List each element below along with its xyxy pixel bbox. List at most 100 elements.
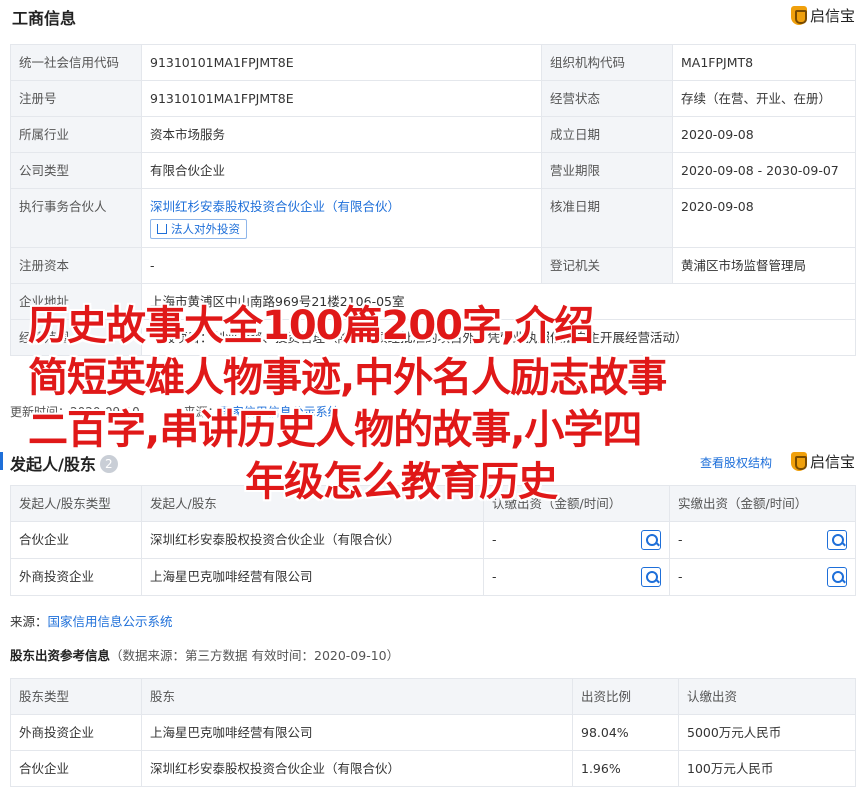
subscribed-value: - xyxy=(492,532,497,547)
ref-ratio: 98.04% xyxy=(572,714,679,751)
field-label: 经营状态 xyxy=(541,80,673,117)
col-header: 认缴出资（金额/时间） xyxy=(483,485,670,522)
col-header: 认缴出资 xyxy=(678,678,856,715)
field-value: 一般项目：创业投资、投资管理（除依法须经批准的项目外，凭营业执照依法自主开展经营… xyxy=(141,319,856,356)
field-value: 2020-09-08 - 2030-09-07 xyxy=(672,152,856,189)
search-detail-icon[interactable] xyxy=(827,530,847,550)
biz-section-header: 工商信息 启信宝 xyxy=(0,0,867,32)
ref-name: 深圳红杉安泰股权投资合伙企业（有限合伙） xyxy=(141,750,573,787)
shareholder-source-line: 来源：国家信用信息公示系统 xyxy=(10,611,173,630)
subscribed-cell: - xyxy=(483,558,670,596)
field-value: MA1FPJMT8 xyxy=(672,44,856,81)
brand-label: 启信宝 xyxy=(809,6,855,25)
qixinbao-brand[interactable]: 启信宝 xyxy=(790,4,855,26)
field-label: 注册号 xyxy=(10,80,142,117)
qixinbao-logo-icon xyxy=(790,451,807,471)
shareholder-type: 合伙企业 xyxy=(10,521,142,559)
export-icon xyxy=(157,224,167,234)
field-label: 组织机构代码 xyxy=(541,44,673,81)
field-value: 有限合伙企业 xyxy=(141,152,542,189)
shareholder-type: 外商投资企业 xyxy=(10,558,142,596)
field-label: 统一社会信用代码 xyxy=(10,44,142,81)
shareholder-table: 发起人/股东类型 发起人/股东 认缴出资（金额/时间） 实缴出资（金额/时间） … xyxy=(10,485,856,596)
partner-name-link[interactable]: 深圳红杉安泰股权投资合伙企业（有限合伙） xyxy=(150,197,533,216)
overlay-line-2: 简短英雄人物事迹,中外名人励志故事 xyxy=(28,355,667,401)
col-header: 股东类型 xyxy=(10,678,142,715)
field-label: 登记机关 xyxy=(541,247,673,284)
shareholder-name-link[interactable]: 深圳红杉安泰股权投资合伙企业（有限合伙） xyxy=(141,521,484,559)
field-value: 2020-09-08 xyxy=(672,188,856,248)
legal-investment-button[interactable]: 法人对外投资 xyxy=(150,219,247,239)
biz-source-prefix: 来源： xyxy=(183,405,220,419)
ref-type: 合伙企业 xyxy=(10,750,142,787)
table-row: 合伙企业 深圳红杉安泰股权投资合伙企业（有限合伙） - - xyxy=(10,521,856,559)
subscribed-cell: - xyxy=(483,521,670,559)
shareholder-header-row: 发起人/股东类型 发起人/股东 认缴出资（金额/时间） 实缴出资（金额/时间） xyxy=(10,485,856,522)
field-value: 2020-09-08 xyxy=(672,116,856,153)
search-detail-icon[interactable] xyxy=(827,567,847,587)
ref-amount: 5000万元人民币 xyxy=(678,714,856,751)
shareholder-section-title: 发起人/股东 2 xyxy=(10,451,118,475)
ref-amount: 100万元人民币 xyxy=(678,750,856,787)
field-value: 资本市场服务 xyxy=(141,116,542,153)
update-time-line: 更新时间：2020-09-10 来源：国家信用信息公示系统 xyxy=(10,403,340,420)
field-value: 存续（在营、开业、在册） xyxy=(672,80,856,117)
shareholder-name-link[interactable]: 上海星巴克咖啡经营有限公司 xyxy=(141,558,484,596)
table-row: 外商投资企业 上海星巴克咖啡经营有限公司 98.04% 5000万元人民币 xyxy=(10,714,856,751)
shareholder-source-prefix: 来源： xyxy=(10,614,48,629)
shareholder-count-badge: 2 xyxy=(99,455,118,473)
field-label: 营业期限 xyxy=(541,152,673,189)
reference-table: 股东类型 股东 出资比例 认缴出资 外商投资企业 上海星巴克咖啡经营有限公司 9… xyxy=(10,678,856,787)
search-detail-icon[interactable] xyxy=(641,530,661,550)
shareholder-section-header: 发起人/股东 2 查看股权结构 启信宝 xyxy=(0,446,867,478)
field-value: 91310101MA1FPJMT8E xyxy=(141,80,542,117)
ref-ratio: 1.96% xyxy=(572,750,679,787)
view-equity-structure-link[interactable]: 查看股权结构 xyxy=(700,454,772,471)
table-row: 所属行业 资本市场服务 成立日期 2020-09-08 xyxy=(10,116,856,153)
qixinbao-brand-2[interactable]: 启信宝 xyxy=(790,450,855,472)
shareholder-title-text: 发起人/股东 xyxy=(10,455,96,474)
table-row: 企业地址 上海市黄浦区中山南路969号21楼2106-05室 xyxy=(10,283,856,320)
biz-source-link[interactable]: 国家信用信息公示系统 xyxy=(220,405,340,419)
biz-section-title: 工商信息 xyxy=(12,9,77,28)
field-label: 执行事务合伙人 xyxy=(10,188,142,248)
field-value: - xyxy=(141,247,542,284)
reference-section-header: 股东出资参考信息（数据来源：第三方数据 有效时间：2020-09-10） xyxy=(10,645,399,664)
col-header: 股东 xyxy=(141,678,573,715)
biz-info-table: 统一社会信用代码 91310101MA1FPJMT8E 组织机构代码 MA1FPJMT… xyxy=(10,44,856,356)
section-accent-bar xyxy=(0,452,3,470)
search-detail-icon[interactable] xyxy=(641,567,661,587)
field-label: 所属行业 xyxy=(10,116,142,153)
shareholder-source-link[interactable]: 国家信用信息公示系统 xyxy=(48,614,173,629)
ref-type: 外商投资企业 xyxy=(10,714,142,751)
field-value: 91310101MA1FPJMT8E xyxy=(141,44,542,81)
field-label: 核准日期 xyxy=(541,188,673,248)
subscribed-value: - xyxy=(492,569,497,584)
field-label: 企业地址 xyxy=(10,283,142,320)
table-row: 外商投资企业 上海星巴克咖啡经营有限公司 - - xyxy=(10,558,856,596)
brand-label: 启信宝 xyxy=(809,452,855,471)
field-label: 经营范围 xyxy=(10,319,142,356)
legal-investment-label: 法人对外投资 xyxy=(171,221,240,236)
paid-cell: - xyxy=(669,558,856,596)
table-row: 公司类型 有限合伙企业 营业期限 2020-09-08 - 2030-09-07 xyxy=(10,152,856,189)
col-header: 发起人/股东类型 xyxy=(10,485,142,522)
paid-cell: - xyxy=(669,521,856,559)
table-row: 注册号 91310101MA1FPJMT8E 经营状态 存续（在营、开业、在册） xyxy=(10,80,856,117)
update-time-value: 2020-09-10 xyxy=(70,405,140,419)
ref-name: 上海星巴克咖啡经营有限公司 xyxy=(141,714,573,751)
field-label: 公司类型 xyxy=(10,152,142,189)
field-label: 成立日期 xyxy=(541,116,673,153)
table-row: 统一社会信用代码 91310101MA1FPJMT8E 组织机构代码 MA1FPJMT… xyxy=(10,44,856,81)
field-value: 黄浦区市场监督管理局 xyxy=(672,247,856,284)
table-row: 合伙企业 深圳红杉安泰股权投资合伙企业（有限合伙） 1.96% 100万元人民币 xyxy=(10,750,856,787)
paid-value: - xyxy=(678,569,683,584)
table-row: 经营范围 一般项目：创业投资、投资管理（除依法须经批准的项目外，凭营业执照依法自主… xyxy=(10,319,856,356)
col-header: 出资比例 xyxy=(572,678,679,715)
col-header: 实缴出资（金额/时间） xyxy=(669,485,856,522)
field-label: 注册资本 xyxy=(10,247,142,284)
update-time-label: 更新时间： xyxy=(10,405,71,419)
table-row: 执行事务合伙人 深圳红杉安泰股权投资合伙企业（有限合伙） 法人对外投资 核准日期 202… xyxy=(10,188,856,248)
paid-value: - xyxy=(678,532,683,547)
table-row: 注册资本 - 登记机关 黄浦区市场监督管理局 xyxy=(10,247,856,284)
